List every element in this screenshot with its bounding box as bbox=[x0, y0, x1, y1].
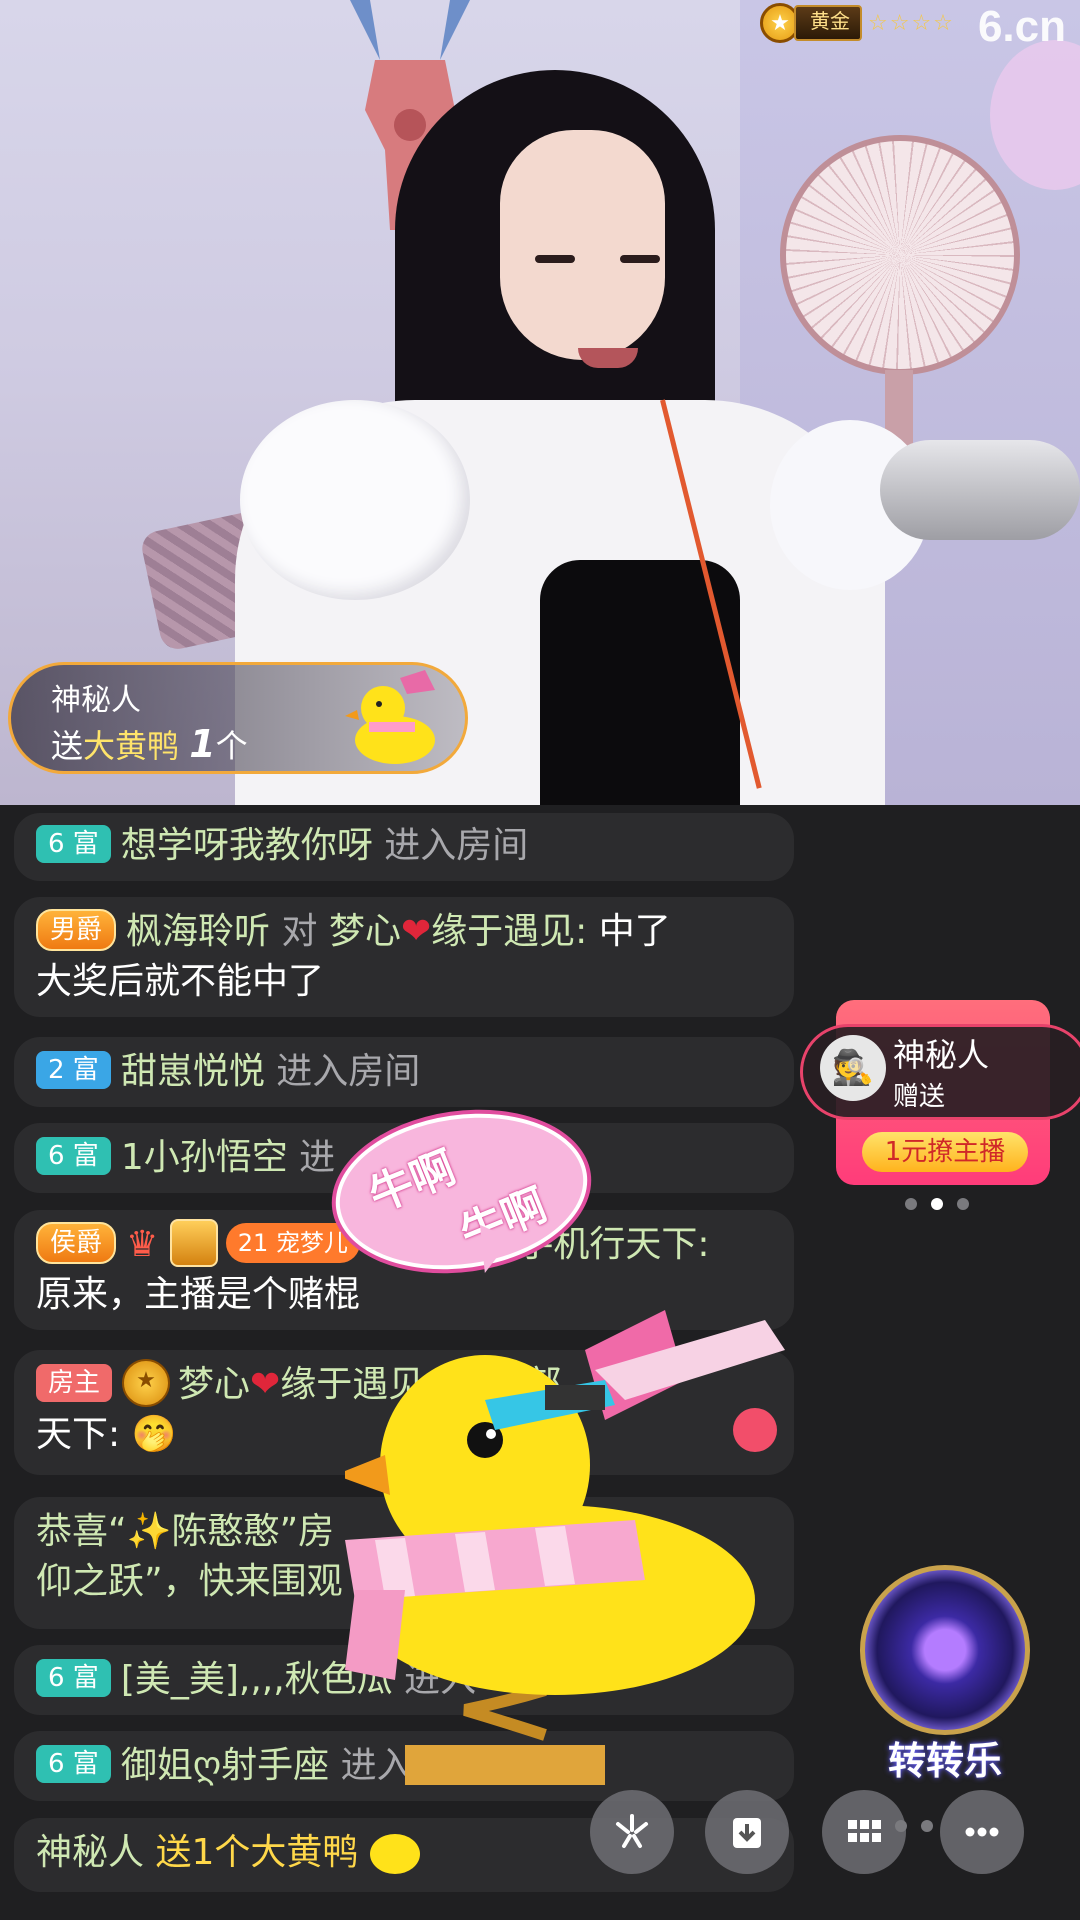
gift-name: 大黄鸭 bbox=[83, 727, 180, 765]
dot bbox=[895, 1820, 907, 1832]
gift-message: 神秘人 送1个大黄鸭 bbox=[14, 1818, 794, 1892]
gift-sender: 神秘人 bbox=[51, 683, 141, 718]
promo-banner[interactable]: 🕵 神秘人 赠送 1元撩主播 bbox=[800, 1000, 1080, 1185]
rank-label: 黄金 bbox=[794, 5, 862, 41]
streamer-eye-left bbox=[535, 255, 575, 263]
wealth-badge: 6 富 bbox=[36, 825, 111, 863]
sparkle-icon bbox=[616, 1814, 648, 1848]
gift-count: 1 bbox=[189, 722, 216, 766]
dot-active bbox=[931, 1198, 943, 1210]
promo-button[interactable]: 1元撩主播 bbox=[862, 1132, 1028, 1172]
chat-message: 2 富甜崽悦悦 进入房间 bbox=[14, 1037, 794, 1107]
noble-badge: 侯爵 bbox=[36, 1222, 117, 1264]
wealth-badge: 2 富 bbox=[36, 1051, 111, 1089]
avatar: 🕵 bbox=[820, 1035, 886, 1101]
live-video[interactable]: ★ 黄金 ☆☆☆☆ 6.cn 神秘人 送大黄鸭 1个 bbox=[0, 0, 1080, 805]
promo-sub: 赠送 bbox=[893, 1082, 946, 1112]
chat-message: 6 富想学呀我教你呀 进入房间 bbox=[14, 813, 794, 881]
user-name[interactable]: 想学呀我教你呀 bbox=[121, 825, 373, 866]
more-icon bbox=[965, 1827, 999, 1837]
treasure-icon bbox=[169, 1219, 218, 1267]
user-name[interactable]: 梦心 bbox=[178, 1364, 250, 1405]
more-button[interactable] bbox=[940, 1790, 1024, 1874]
user-name[interactable]: 神秘人 bbox=[36, 1832, 144, 1873]
lucky-wheel-icon[interactable] bbox=[860, 1565, 1030, 1735]
user-name[interactable]: 1小孙悟空 bbox=[121, 1137, 288, 1178]
lucky-wheel-label[interactable]: 转转乐 bbox=[860, 1730, 1030, 1785]
streamer-face bbox=[500, 130, 665, 360]
chat-message: 男爵 枫海聆听 对 梦心❤缘于遇见: 中了 大奖后就不能中了 bbox=[14, 897, 794, 1017]
dot bbox=[905, 1198, 917, 1210]
duck-gift-icon bbox=[369, 1834, 420, 1874]
rank-stars: ☆☆☆☆ bbox=[868, 10, 955, 36]
grid-icon bbox=[848, 1820, 881, 1842]
owner-badge: 房主 bbox=[36, 1364, 113, 1402]
crown-icon: ♛ bbox=[126, 1224, 159, 1265]
microphone bbox=[880, 440, 1080, 540]
download-icon bbox=[733, 1818, 761, 1848]
wealth-badge: 6 富 bbox=[36, 1745, 111, 1783]
emoji: 🤭 bbox=[131, 1414, 177, 1455]
site-logo: 6.cn bbox=[977, 2, 1066, 51]
noble-badge: 男爵 bbox=[36, 909, 117, 951]
gift-line: 送大黄鸭 1个 bbox=[51, 722, 248, 766]
fur-collar-left bbox=[240, 400, 470, 600]
fan-decoration bbox=[780, 135, 1020, 375]
streamer-eye-right bbox=[620, 255, 660, 263]
star-medal-icon: ★ bbox=[122, 1359, 171, 1407]
heart-icon: ❤ bbox=[250, 1364, 281, 1405]
fan-club-pill[interactable]: 21 宠梦儿 bbox=[225, 1223, 360, 1263]
duck-gift-animation bbox=[345, 1310, 785, 1785]
duck-gift-icon bbox=[345, 670, 435, 764]
banner-dots bbox=[905, 1198, 969, 1210]
effects-button[interactable] bbox=[590, 1790, 674, 1874]
apps-button[interactable] bbox=[822, 1790, 906, 1874]
dot bbox=[921, 1820, 933, 1832]
rank-badge[interactable]: ★ 黄金 ☆☆☆☆ bbox=[760, 3, 955, 43]
toolbar-page-dots bbox=[895, 1820, 933, 1832]
user-name[interactable]: 御姐ღ射手座 bbox=[121, 1745, 329, 1786]
download-button[interactable] bbox=[705, 1790, 789, 1874]
heart-icon: ❤ bbox=[400, 911, 432, 952]
user-name[interactable]: 甜崽悦悦 bbox=[121, 1051, 265, 1092]
dot bbox=[957, 1198, 969, 1210]
promo-name: 神秘人 bbox=[893, 1036, 990, 1074]
wealth-badge: 6 富 bbox=[36, 1137, 111, 1175]
user-name[interactable]: 枫海聆听 bbox=[126, 911, 270, 952]
wealth-badge: 6 富 bbox=[36, 1659, 111, 1697]
